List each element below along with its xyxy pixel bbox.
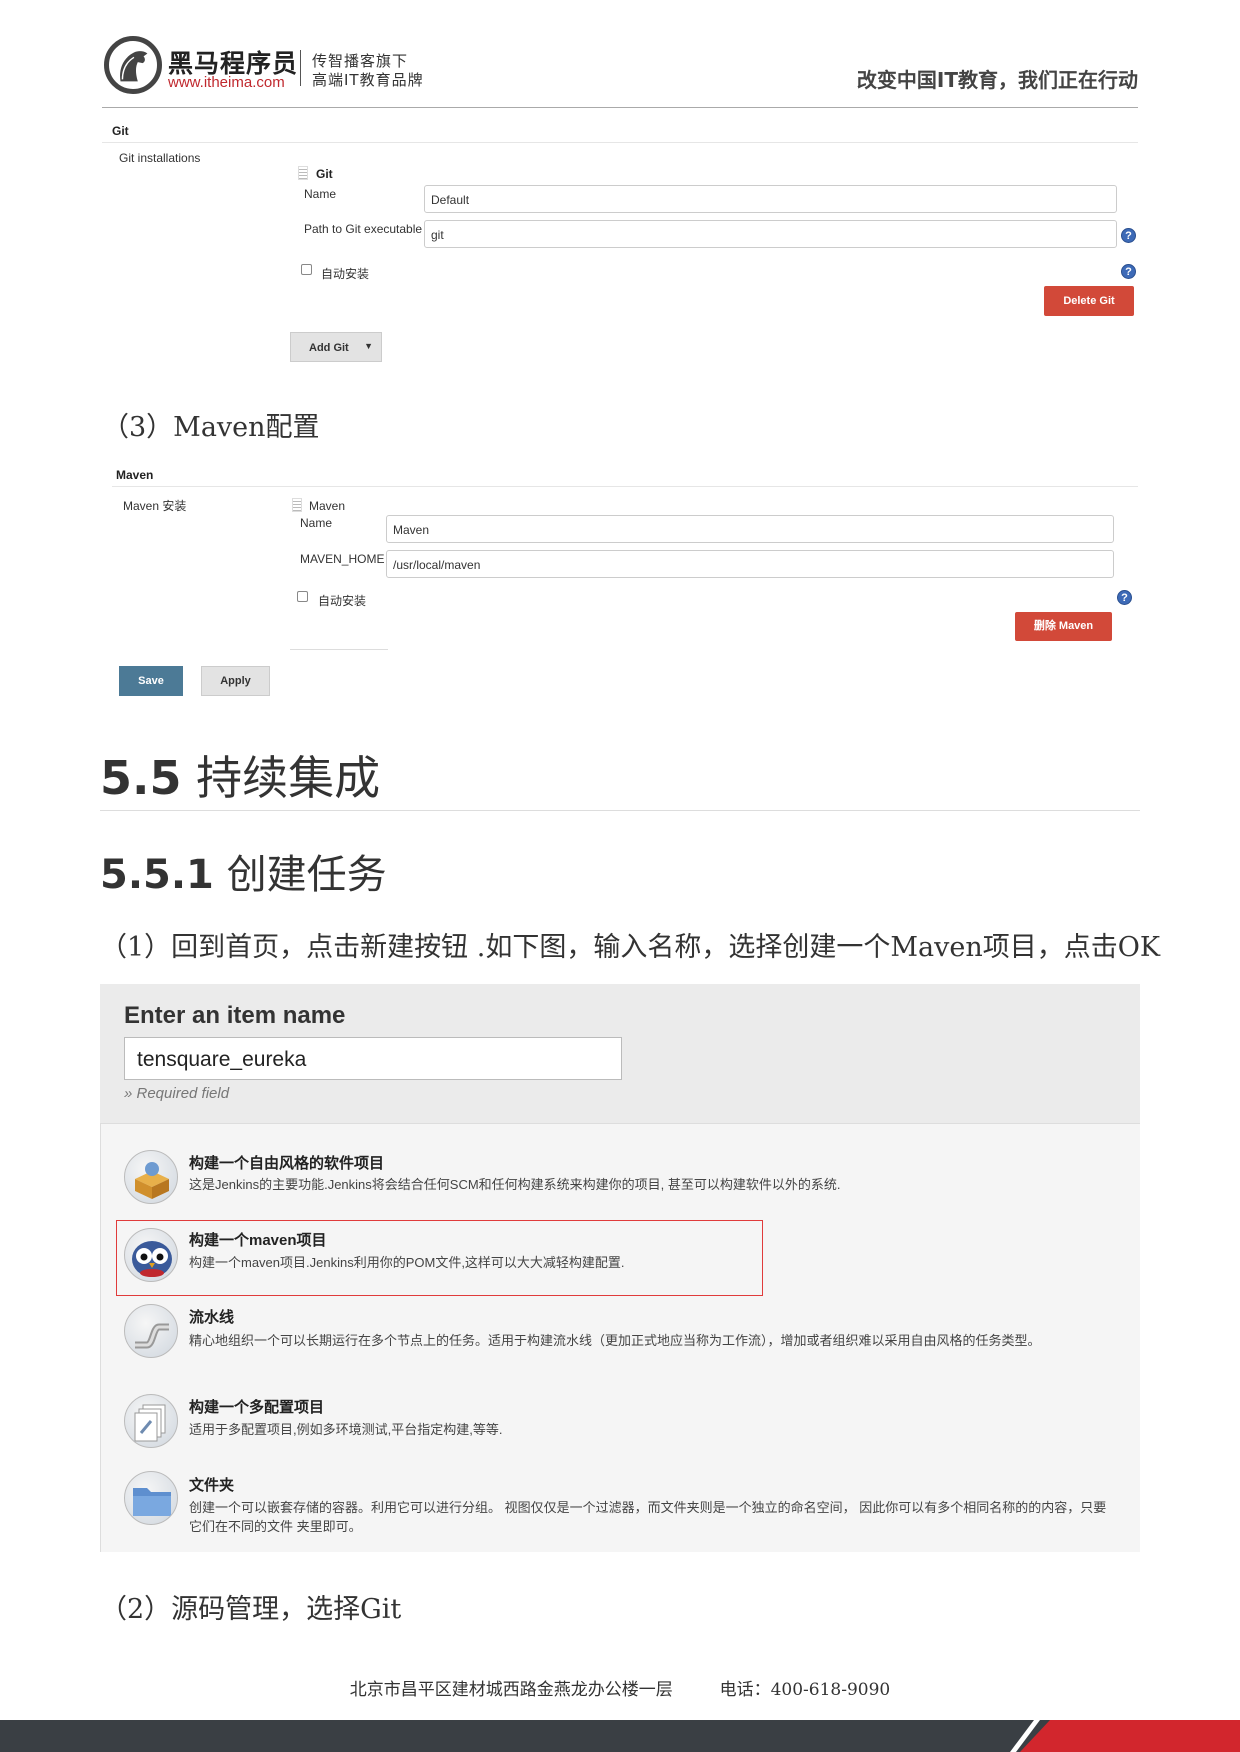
pipeline-icon (124, 1304, 178, 1358)
brand-slogan-line2: 高端IT教育品牌 (312, 71, 424, 89)
maven-home-label: MAVEN_HOME (300, 552, 385, 566)
section-heading-5-5-1: 5.5.1 创建任务 (100, 842, 387, 900)
item-title[interactable]: 文件夹 (189, 1474, 234, 1495)
brand-slogan-line1: 传智播客旗下 (312, 52, 409, 70)
item-desc: 精心地组织一个可以长期运行在多个节点上的任务。适用于构建流水线（更加正式地应当称… (189, 1333, 1041, 1348)
chevron-down-icon: ▼ (364, 341, 373, 351)
step1-text: （1）回到首页，点击新建按钮 .如下图，输入名称，选择创建一个Maven项目，点… (100, 932, 1161, 963)
step2-text: （2）源码管理，选择Git (100, 1594, 402, 1625)
section-title: 持续集成 (196, 751, 381, 805)
git-installations-label: Git installations (119, 151, 201, 165)
add-git-label: Add Git (309, 342, 349, 354)
maven-installations-label: Maven 安装 (123, 499, 187, 513)
item-title[interactable]: 流水线 (189, 1306, 234, 1327)
help-icon[interactable]: ? (1121, 264, 1136, 279)
git-item-title: Git (316, 167, 333, 181)
item-desc: 适用于多配置项目,例如多环境测试,平台指定构建,等等. (189, 1422, 503, 1437)
footer-address: 北京市昌平区建材城西路金燕龙办公楼一层 (349, 1680, 673, 1700)
maven-name-label: Name (300, 516, 333, 530)
maven-auto-install-checkbox[interactable] (297, 591, 308, 602)
brand-divider (300, 50, 301, 86)
git-auto-install-checkbox[interactable] (301, 264, 312, 275)
new-item-title: Enter an item name (124, 1002, 346, 1029)
section-heading-5-5: 5.5 持续集成 (100, 742, 380, 808)
add-git-button[interactable]: Add Git ▼ (290, 332, 382, 362)
maven-item-title: Maven (309, 499, 346, 513)
git-path-input[interactable]: git (424, 220, 1117, 248)
footer-phone: 电话：400-618-9090 (719, 1680, 891, 1700)
git-section-divider (102, 142, 1138, 143)
delete-git-button[interactable]: Delete Git (1044, 286, 1134, 316)
item-desc: 构建一个maven项目.Jenkins利用你的POM文件,这样可以大大减轻构建配… (189, 1255, 625, 1270)
multi-config-icon (124, 1394, 178, 1448)
git-name-input[interactable]: Default (424, 185, 1117, 213)
freestyle-box-icon (124, 1150, 178, 1204)
brand-url: www.itheima.com (168, 74, 285, 91)
git-name-label: Name (304, 187, 337, 201)
item-title[interactable]: 构建一个自由风格的软件项目 (189, 1152, 384, 1173)
footer-info: 北京市昌平区建材城西路金燕龙办公楼一层 电话：400-618-9090 (0, 1675, 1240, 1700)
maven-auto-install-label: 自动安装 (318, 594, 367, 608)
git-path-label: Path to Git executable (304, 222, 423, 236)
horse-logo-icon (120, 51, 148, 82)
folder-icon (124, 1471, 178, 1525)
footer-accent (1020, 1720, 1240, 1752)
subsection-number: 5.5.1 (100, 852, 214, 898)
help-icon[interactable]: ? (1121, 228, 1136, 243)
git-auto-install-label: 自动安装 (321, 267, 370, 281)
item-desc: 创建一个可以嵌套存储的容器。利用它可以进行分组。 视图仅仅是一个过滤器，而文件夹… (189, 1500, 1107, 1534)
maven-section-divider (112, 486, 1138, 487)
maven-panel-divider (290, 649, 388, 650)
item-title[interactable]: 构建一个多配置项目 (189, 1396, 324, 1417)
brand-logo (104, 36, 162, 94)
item-desc: 这是Jenkins的主要功能.Jenkins将会结合任何SCM和任何构建系统来构… (189, 1177, 841, 1192)
item-name-input[interactable]: tensquare_eureka (124, 1037, 622, 1080)
subsection-title: 创建任务 (226, 852, 387, 898)
header-tagline: 改变中国IT教育，我们正在行动 (856, 68, 1138, 92)
maven-name-input[interactable]: Maven (386, 515, 1114, 543)
save-button[interactable]: Save (119, 666, 183, 696)
required-field-hint: » Required field (124, 1085, 230, 1102)
item-title[interactable]: 构建一个maven项目 (189, 1229, 327, 1250)
section-number: 5.5 (100, 751, 182, 805)
maven-section-title: Maven (116, 468, 154, 482)
delete-maven-button[interactable]: 删除 Maven (1015, 612, 1112, 641)
git-section-title: Git (112, 124, 129, 138)
drag-handle-icon[interactable] (292, 498, 302, 512)
section-divider (100, 810, 1140, 811)
step3-heading: （3）Maven配置 (102, 412, 320, 443)
drag-handle-icon[interactable] (298, 166, 308, 180)
maven-owl-icon (124, 1228, 178, 1282)
maven-home-input[interactable]: /usr/local/maven (386, 550, 1114, 578)
apply-button[interactable]: Apply (201, 666, 270, 696)
help-icon[interactable]: ? (1117, 590, 1132, 605)
header-divider (102, 107, 1138, 108)
